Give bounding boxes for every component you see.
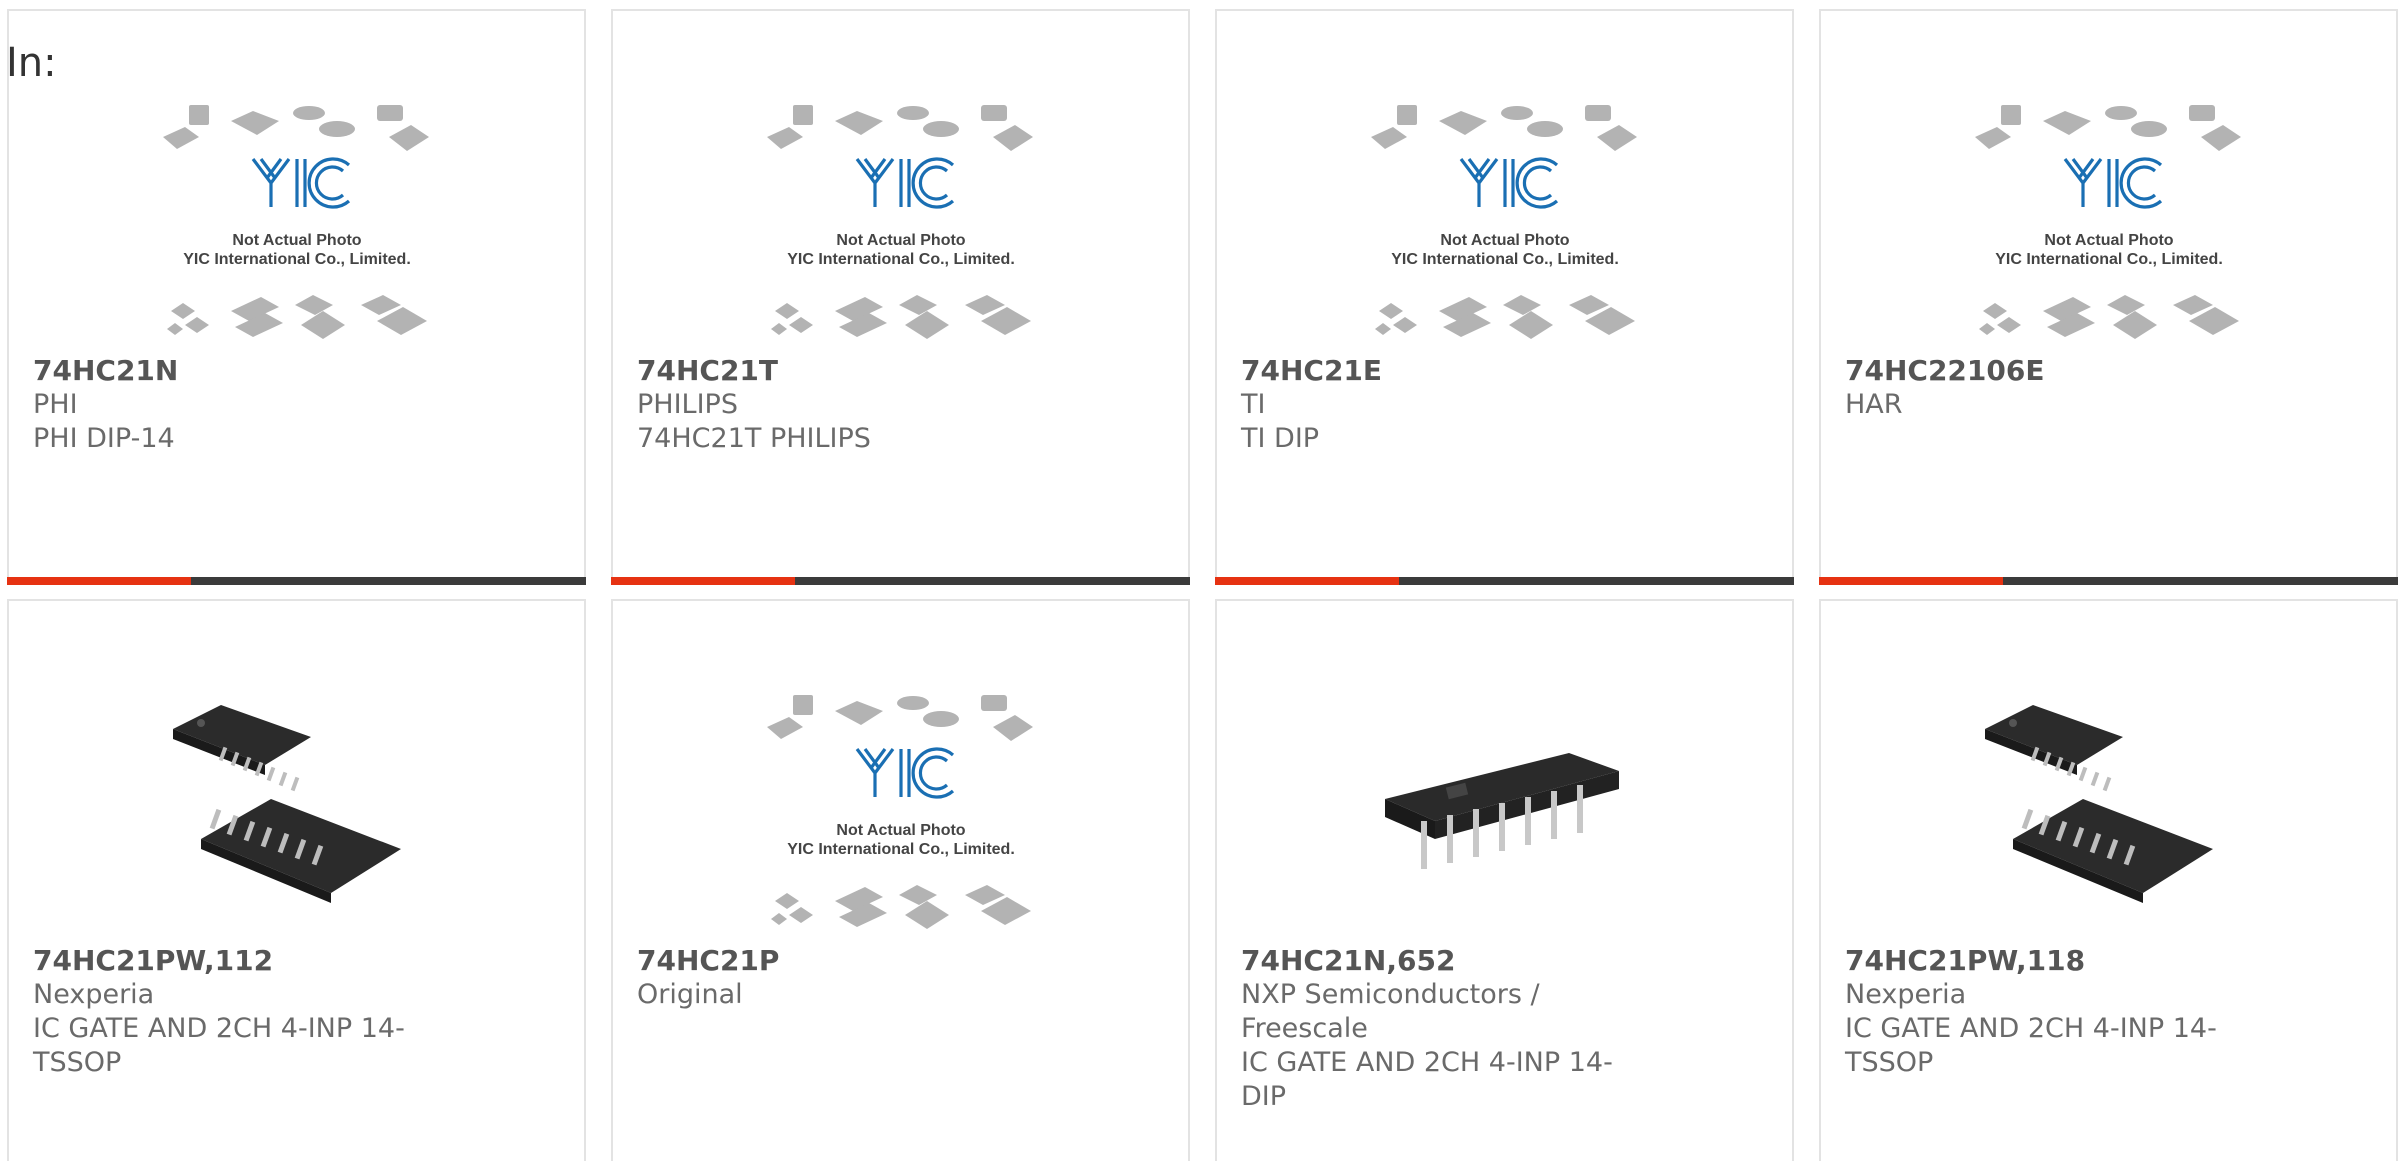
product-card[interactable]: 74HC21N,652 NXP Semiconductors / Freesca… <box>1215 599 1794 1161</box>
product-info: 74HC21N PHI PHI DIP-14 <box>33 354 433 456</box>
description: IC GATE AND 2CH 4-INP 14-TSSOP <box>33 1013 405 1078</box>
svg-text:YIC International Co., Limited: YIC International Co., Limited. <box>787 841 1015 858</box>
product-info: 74HC21PW,118 Nexperia IC GATE AND 2CH 4-… <box>1845 944 2245 1080</box>
part-number[interactable]: 74HC21PW,118 <box>1845 944 2245 978</box>
description: IC GATE AND 2CH 4-INP 14-DIP <box>1241 1047 1613 1112</box>
tssop-chip-image[interactable] <box>1973 689 2245 941</box>
manufacturer: PHILIPS <box>637 389 738 420</box>
manufacturer: HAR <box>1845 389 1903 420</box>
product-card[interactable]: Not Actual Photo YIC International Co., … <box>7 9 586 585</box>
svg-text:Not Actual Photo: Not Actual Photo <box>232 232 361 249</box>
description: 74HC21T PHILIPS <box>637 423 871 454</box>
placeholder-image[interactable]: Not Actual Photo YIC International Co., … <box>161 99 433 351</box>
product-card[interactable]: 74HC21PW,112 Nexperia IC GATE AND 2CH 4-… <box>7 599 586 1161</box>
card-bottom-bar <box>7 577 586 585</box>
part-number[interactable]: 74HC21E <box>1241 354 1641 388</box>
card-accent <box>1819 577 2003 585</box>
svg-text:Not Actual Photo: Not Actual Photo <box>1440 232 1569 249</box>
product-info: 74HC21PW,112 Nexperia IC GATE AND 2CH 4-… <box>33 944 433 1080</box>
part-number[interactable]: 74HC21PW,112 <box>33 944 433 978</box>
product-grid: Not Actual Photo YIC International Co., … <box>0 0 2400 1161</box>
product-info: 74HC22106E HAR <box>1845 354 2245 422</box>
description: IC GATE AND 2CH 4-INP 14-TSSOP <box>1845 1013 2217 1078</box>
product-card[interactable]: Not Actual Photo YIC International Co., … <box>611 599 1190 1161</box>
description: PHI DIP-14 <box>33 423 175 454</box>
tssop-chip-image[interactable] <box>161 689 433 941</box>
manufacturer: PHI <box>33 389 78 420</box>
svg-text:YIC International Co., Limited: YIC International Co., Limited. <box>1391 251 1619 268</box>
placeholder-image[interactable]: Not Actual Photo YIC International Co., … <box>765 99 1037 351</box>
placeholder-image[interactable]: Not Actual Photo YIC International Co., … <box>765 689 1037 941</box>
manufacturer: Original <box>637 979 743 1010</box>
part-number[interactable]: 74HC22106E <box>1845 354 2245 388</box>
product-card[interactable]: Not Actual Photo YIC International Co., … <box>1819 9 2398 585</box>
manufacturer: Nexperia <box>33 979 155 1010</box>
description: TI DIP <box>1241 423 1320 454</box>
in-label: In: <box>6 40 57 86</box>
svg-text:Not Actual Photo: Not Actual Photo <box>836 822 965 839</box>
card-bottom-bar <box>1215 577 1794 585</box>
svg-text:YIC International Co., Limited: YIC International Co., Limited. <box>183 251 411 268</box>
part-number[interactable]: 74HC21N <box>33 354 433 388</box>
manufacturer: NXP Semiconductors / Freescale <box>1241 979 1540 1044</box>
part-number[interactable]: 74HC21P <box>637 944 1037 978</box>
part-number[interactable]: 74HC21N,652 <box>1241 944 1641 978</box>
dip-chip-image[interactable] <box>1369 689 1641 941</box>
manufacturer: Nexperia <box>1845 979 1967 1010</box>
part-number[interactable]: 74HC21T <box>637 354 1037 388</box>
product-info: 74HC21T PHILIPS 74HC21T PHILIPS <box>637 354 1037 456</box>
product-card[interactable]: 74HC21PW,118 Nexperia IC GATE AND 2CH 4-… <box>1819 599 2398 1161</box>
card-accent <box>611 577 795 585</box>
card-accent <box>1215 577 1399 585</box>
svg-text:Not Actual Photo: Not Actual Photo <box>2044 232 2173 249</box>
product-info: 74HC21N,652 NXP Semiconductors / Freesca… <box>1241 944 1641 1114</box>
card-accent <box>7 577 191 585</box>
svg-text:YIC International Co., Limited: YIC International Co., Limited. <box>1995 251 2223 268</box>
product-info: 74HC21E TI TI DIP <box>1241 354 1641 456</box>
placeholder-image[interactable]: Not Actual Photo YIC International Co., … <box>1973 99 2245 351</box>
product-card[interactable]: Not Actual Photo YIC International Co., … <box>611 9 1190 585</box>
card-bottom-bar <box>1819 577 2398 585</box>
svg-text:Not Actual Photo: Not Actual Photo <box>836 232 965 249</box>
placeholder-image[interactable]: Not Actual Photo YIC International Co., … <box>1369 99 1641 351</box>
product-card[interactable]: Not Actual Photo YIC International Co., … <box>1215 9 1794 585</box>
product-info: 74HC21P Original <box>637 944 1037 1012</box>
svg-text:YIC International Co., Limited: YIC International Co., Limited. <box>787 251 1015 268</box>
manufacturer: TI <box>1241 389 1266 420</box>
card-bottom-bar <box>611 577 1190 585</box>
